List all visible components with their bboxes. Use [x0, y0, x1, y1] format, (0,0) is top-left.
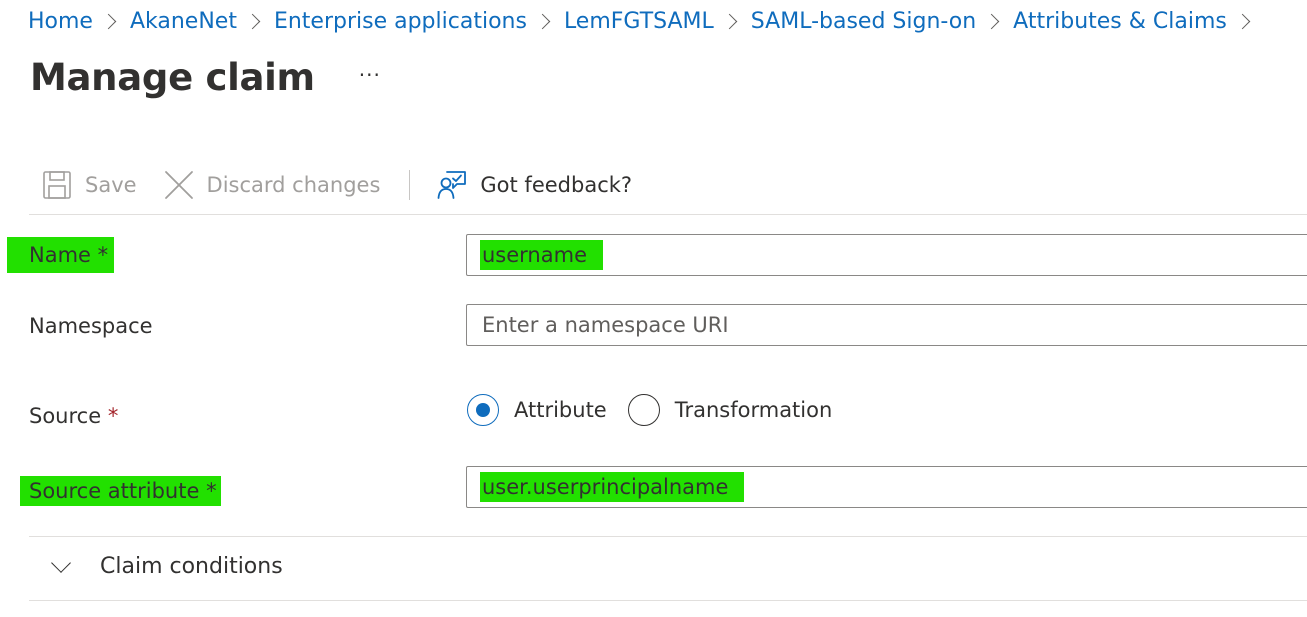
feedback-button[interactable]: Got feedback?: [437, 170, 632, 200]
source-label-text: Source: [29, 404, 102, 428]
radio-unchecked-icon: [627, 394, 660, 426]
radio-transformation[interactable]: Transformation: [627, 394, 833, 426]
namespace-placeholder: Enter a namespace URI: [482, 313, 729, 337]
radio-checked-icon: [467, 394, 499, 426]
breadcrumb: Home AkaneNet Enterprise applications Le…: [28, 9, 1264, 34]
discard-changes-button[interactable]: Discard changes: [164, 170, 381, 200]
command-bar: Save Discard changes Got feedback?: [42, 166, 632, 204]
name-input[interactable]: username: [466, 234, 1307, 276]
page-title: Manage claim: [30, 56, 315, 99]
radio-transformation-label: Transformation: [674, 398, 833, 422]
chevron-right-icon: [534, 13, 551, 30]
breadcrumb-akanenet[interactable]: AkaneNet: [130, 9, 237, 34]
title-row: Manage claim ···: [30, 56, 381, 99]
feedback-icon: [437, 170, 467, 200]
breadcrumb-enterprise-applications[interactable]: Enterprise applications: [274, 9, 527, 34]
close-icon: [164, 170, 194, 200]
claim-conditions-title: Claim conditions: [100, 554, 283, 579]
chevron-down-icon: [51, 552, 71, 573]
breadcrumb-attributes-claims[interactable]: Attributes & Claims: [1013, 9, 1227, 34]
source-attribute-label: Source attribute *: [20, 476, 221, 506]
required-marker: *: [206, 479, 217, 503]
source-attribute-value: user.userprincipalname: [480, 472, 745, 502]
namespace-label: Namespace: [29, 314, 153, 338]
source-radio-group: Attribute Transformation: [467, 394, 832, 426]
toolbar-separator: [29, 214, 1307, 215]
chevron-right-icon: [1234, 13, 1251, 30]
chevron-right-icon: [983, 13, 1000, 30]
section-divider: [29, 600, 1307, 601]
section-divider: [29, 536, 1307, 537]
save-button[interactable]: Save: [42, 170, 137, 200]
toolbar-divider: [409, 170, 411, 200]
radio-attribute-label: Attribute: [514, 398, 607, 422]
feedback-label: Got feedback?: [480, 173, 633, 197]
breadcrumb-lemfgtsaml[interactable]: LemFGTSAML: [564, 9, 714, 34]
name-label: Name *: [7, 237, 115, 273]
name-label-text: Name: [29, 243, 91, 267]
source-label: Source *: [29, 404, 118, 428]
claim-conditions-toggle[interactable]: Claim conditions: [48, 552, 283, 579]
chevron-right-icon: [100, 13, 117, 30]
chevron-right-icon: [721, 13, 738, 30]
manage-claim-page: Home AkaneNet Enterprise applications Le…: [0, 0, 1307, 617]
discard-changes-label: Discard changes: [206, 173, 381, 197]
chevron-right-icon: [244, 13, 261, 30]
save-icon: [42, 170, 72, 200]
namespace-input[interactable]: Enter a namespace URI: [466, 304, 1307, 346]
save-label: Save: [85, 173, 137, 197]
more-options-button[interactable]: ···: [359, 63, 381, 87]
source-attribute-label-text: Source attribute: [29, 479, 200, 503]
source-attribute-dropdown[interactable]: user.userprincipalname: [466, 466, 1307, 508]
required-marker: *: [97, 243, 109, 267]
breadcrumb-saml-sign-on[interactable]: SAML-based Sign-on: [751, 9, 976, 34]
radio-attribute[interactable]: Attribute: [467, 394, 607, 426]
required-marker: *: [107, 404, 119, 428]
name-input-value: username: [480, 240, 603, 270]
breadcrumb-home[interactable]: Home: [28, 9, 93, 34]
